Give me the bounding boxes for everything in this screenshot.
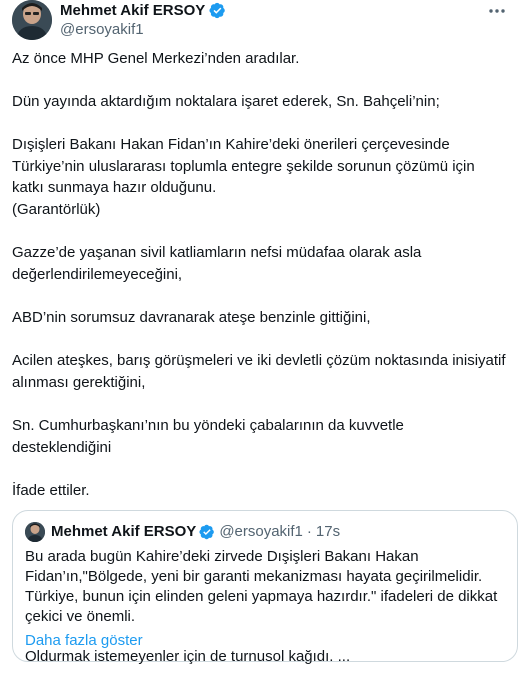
quote-header: Mehmet Akif ERSOY @ersoyakif1 · 17s — [51, 523, 340, 540]
tweet-body: Az önce MHP Genel Merkezi’nden aradılar.… — [12, 48, 507, 499]
tweet-paragraph: Az önce MHP Genel Merkezi’nden aradılar. — [12, 50, 300, 67]
avatar[interactable] — [12, 0, 52, 40]
show-more-link[interactable]: Daha fazla göster — [25, 632, 143, 649]
author-name[interactable]: Mehmet Akif ERSOY — [60, 2, 205, 19]
tweet-paragraph: Acilen ateşkes, barış görüşmeleri ve iki… — [12, 352, 510, 391]
quote-separator: · — [306, 523, 312, 540]
tweet-paragraph: Gazze’de yaşanan sivil katliamların nefs… — [12, 244, 426, 283]
tweet-paragraph: Dışişleri Bakanı Hakan Fidan’ın Kahire’d… — [12, 136, 475, 218]
tweet-paragraph: Dün yayında aktardığım noktalara işaret … — [12, 93, 440, 110]
quote-author-name: Mehmet Akif ERSOY — [51, 523, 197, 540]
tweet-paragraph: Sn. Cumhurbaşkanı’nın bu yöndeki çabalar… — [12, 417, 409, 456]
tweet-paragraph: İfade ettiler. — [12, 482, 90, 499]
quote-avatar-image-icon — [25, 522, 45, 542]
author-handle[interactable]: @ersoyakif1 — [60, 21, 144, 38]
quote-timestamp[interactable]: 17s — [316, 523, 340, 540]
verified-badge-icon — [209, 2, 226, 19]
more-horizontal-icon[interactable] — [487, 2, 507, 20]
quote-author-handle: @ersoyakif1 — [219, 523, 303, 540]
quote-body: Bu arada bugün Kahire’deki zirvede Dışiş… — [25, 548, 498, 665]
tweet-paragraph: ABD’nin sorumsuz davranarak ateşe benzin… — [12, 309, 371, 326]
verified-badge-icon — [199, 524, 215, 539]
avatar-image-icon — [12, 0, 52, 40]
tweet-header: Mehmet Akif ERSOY @ersoyakif1 — [0, 0, 519, 40]
quoted-tweet-card[interactable]: Mehmet Akif ERSOY @ersoyakif1 · 17s Bu a… — [12, 510, 518, 665]
quote-avatar — [25, 522, 45, 542]
